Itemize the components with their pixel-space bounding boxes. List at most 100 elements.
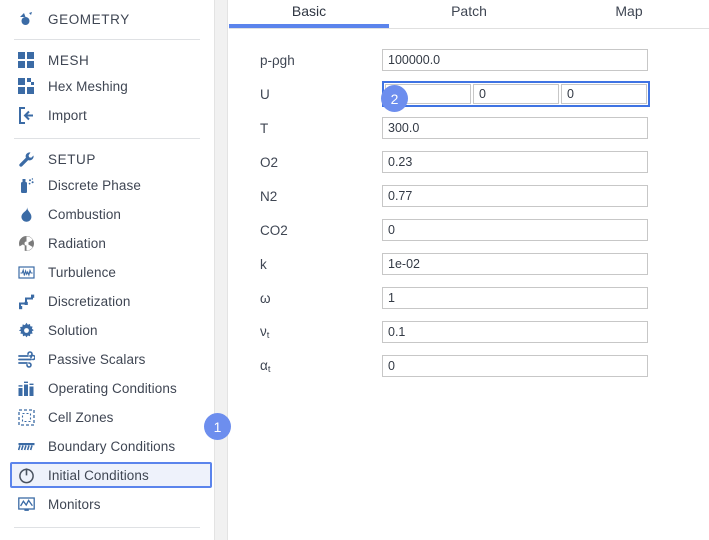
power-icon	[18, 464, 42, 486]
sidebar-item-turbulence[interactable]: Turbulence	[0, 259, 214, 285]
tab-patch[interactable]: Patch	[389, 0, 549, 28]
wind-icon	[18, 348, 42, 370]
sidebar-item-cell-zones[interactable]: Cell Zones	[0, 404, 214, 430]
form-row-k: k 1e-02	[229, 247, 709, 281]
sidebar-item-radiation[interactable]: Radiation	[0, 230, 214, 256]
form-row-o2: O2 0.23	[229, 145, 709, 179]
field-U[interactable]: 500	[382, 81, 650, 107]
sidebar-item-label: GEOMETRY	[48, 11, 130, 27]
tab-bar: Basic Patch Map	[229, 0, 709, 29]
tab-map[interactable]: Map	[549, 0, 709, 28]
sidebar-item-label: Boundary Conditions	[48, 438, 176, 454]
wrench-icon	[18, 148, 42, 170]
boundary-conditions-icon	[18, 435, 42, 457]
monitor-icon	[18, 493, 42, 515]
sidebar-item-label: Solution	[48, 322, 98, 338]
radiation-icon	[18, 232, 42, 254]
sidebar-item-label: Discretization	[48, 293, 131, 309]
field-label-n2: N2	[260, 188, 278, 204]
field-label-u: U	[260, 86, 270, 102]
field-u-component-2[interactable]: 0	[561, 84, 647, 104]
sidebar-item-setup[interactable]: SETUP	[0, 146, 214, 172]
sidebar-item-run[interactable]: RUN	[0, 535, 214, 540]
sidebar-item-boundary-conditions[interactable]: Boundary Conditions	[0, 433, 214, 459]
field-o2[interactable]: 0.23	[382, 151, 648, 173]
sidebar-item-label: Monitors	[48, 496, 101, 512]
sidebar-item-combustion[interactable]: Combustion	[0, 201, 214, 227]
sidebar-item-solution[interactable]: Solution	[0, 317, 214, 343]
sidebar-item-label: Discrete Phase	[48, 177, 141, 193]
tab-label: Basic	[291, 3, 327, 19]
import-icon	[18, 104, 42, 126]
sidebar-item-label: Radiation	[48, 235, 106, 251]
cell-zones-icon	[18, 406, 42, 428]
sidebar-item-monitors[interactable]: Monitors	[0, 491, 214, 517]
sidebar-item-label: Combustion	[48, 206, 122, 222]
sidebar-item-label: Initial Conditions	[48, 467, 149, 483]
sidebar-item-geometry[interactable]: GEOMETRY	[0, 6, 214, 32]
sidebar-item-label: Cell Zones	[48, 409, 114, 425]
sidebar-item-passive-scalars[interactable]: Passive Scalars	[0, 346, 214, 372]
field-t[interactable]: 300.0	[382, 117, 648, 139]
geometry-icon	[18, 8, 42, 30]
sidebar-item-mesh[interactable]: MESH	[0, 47, 214, 73]
field-label-t: T	[260, 120, 269, 136]
sidebar-item-label: SETUP	[48, 151, 97, 167]
spray-icon	[18, 174, 42, 196]
sidebar-item-label: Passive Scalars	[48, 351, 146, 367]
tab-label: Patch	[451, 3, 487, 19]
sidebar-item-hex-meshing[interactable]: Hex Meshing	[0, 73, 214, 99]
sidebar-item-label: Import	[48, 107, 87, 123]
field-n2[interactable]: 0.77	[382, 185, 648, 207]
sidebar-item-discretization[interactable]: Discretization	[0, 288, 214, 314]
mesh-icon	[18, 49, 42, 71]
initial-conditions-form: p-ρgh 100000.0 U 500 T 300.0 O2 0.23 N2 0.77 CO2 0 k…	[229, 29, 709, 383]
field-k[interactable]: 1e-02	[382, 253, 648, 275]
field-label-nut: νt	[260, 323, 270, 341]
form-row-p-rgh: p-ρgh 100000.0	[229, 43, 709, 77]
form-row-alphat: αt 0	[229, 349, 709, 383]
turbulence-icon	[18, 261, 42, 283]
bar-chart-icon	[18, 377, 42, 399]
sidebar-item-initial-conditions[interactable]: Initial Conditions	[10, 462, 212, 488]
main-panel: Basic Patch Map p-ρgh 100000.0 U 500 T 300.0 O2 0…	[229, 0, 709, 540]
form-row-nut: νt 0.1	[229, 315, 709, 349]
field-label-p-rgh: p-ρgh	[260, 52, 295, 68]
form-row-omega: ω1	[229, 281, 709, 315]
sidebar-item-operating-conditions[interactable]: Operating Conditions	[0, 375, 214, 401]
panel-divider	[214, 0, 228, 540]
form-row-u: U 500	[229, 77, 709, 111]
field-label-co2: CO2	[260, 222, 288, 238]
field-label-o2: O2	[260, 154, 279, 170]
flame-icon	[18, 203, 42, 225]
sidebar-item-import[interactable]: Import	[0, 102, 214, 128]
sidebar-item-label: MESH	[48, 52, 90, 68]
field-nut[interactable]: 0.1	[382, 321, 648, 343]
tab-label: Map	[615, 3, 643, 19]
sidebar-divider	[14, 138, 200, 139]
field-label-k: k	[260, 256, 267, 272]
field-u-component-1[interactable]: 0	[473, 84, 559, 104]
sidebar-divider	[14, 39, 200, 40]
field-p-rgh[interactable]: 100000.0	[382, 49, 648, 71]
sidebar-item-label: Operating Conditions	[48, 380, 177, 396]
field-label-alphat: αt	[260, 357, 271, 375]
sidebar-divider	[14, 527, 200, 528]
sidebar-item-label: Hex Meshing	[48, 78, 128, 94]
hex-meshing-icon	[18, 75, 42, 97]
field-alphat[interactable]: 0	[382, 355, 648, 377]
tab-basic[interactable]: Basic	[229, 0, 389, 28]
sidebar: GEOMETRY MESH Hex Meshing Import SETUP Discre…	[0, 0, 214, 540]
form-row-t: T 300.0	[229, 111, 709, 145]
form-row-co2: CO2 0	[229, 213, 709, 247]
discretization-icon	[18, 290, 42, 312]
annotation-badge-2: 2	[381, 85, 408, 112]
field-label-omega: ω	[260, 290, 271, 306]
sidebar-item-label: Turbulence	[48, 264, 117, 280]
sidebar-item-discrete-phase[interactable]: Discrete Phase	[0, 172, 214, 198]
gear-icon	[18, 319, 42, 341]
annotation-badge-1: 1	[204, 413, 231, 440]
field-co2[interactable]: 0	[382, 219, 648, 241]
field-omega[interactable]: 1	[382, 287, 648, 309]
form-row-n2: N2 0.77	[229, 179, 709, 213]
